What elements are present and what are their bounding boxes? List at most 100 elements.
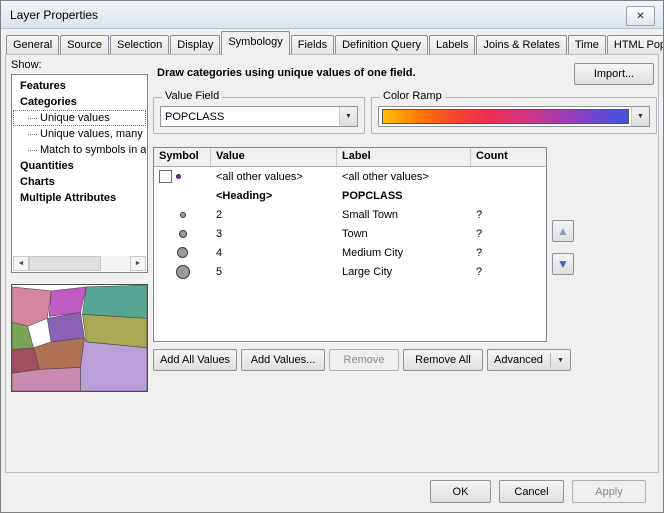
tab-strip: GeneralSourceSelectionDisplaySymbologyFi… bbox=[6, 32, 664, 55]
value-cell: 2 bbox=[211, 209, 337, 221]
tree-item-match-to-symbols-in-a[interactable]: Match to symbols in a bbox=[13, 142, 146, 158]
header-value: Value bbox=[211, 148, 337, 166]
add-values-button[interactable]: Add Values... bbox=[241, 349, 325, 371]
tab-general[interactable]: General bbox=[6, 35, 59, 54]
label-cell: Large City bbox=[337, 266, 471, 278]
title-bar[interactable]: Layer Properties bbox=[1, 1, 663, 29]
tree-item-label: Match to symbols in a bbox=[40, 142, 146, 158]
table-header: Symbol Value Label Count bbox=[154, 148, 546, 167]
symbol-cell bbox=[154, 212, 211, 218]
tab-time[interactable]: Time bbox=[568, 35, 606, 54]
arrow-up-icon: ▲ bbox=[557, 224, 569, 238]
tree-item-label: Categories bbox=[20, 94, 77, 110]
symbol-cell bbox=[154, 170, 211, 183]
tree-item-label: Multiple Attributes bbox=[20, 190, 116, 206]
label-cell: Town bbox=[337, 228, 471, 240]
move-down-button[interactable]: ▼ bbox=[552, 253, 574, 275]
value-field-value: POPCLASS bbox=[161, 111, 339, 123]
color-ramp-swatch bbox=[382, 109, 629, 124]
tree-horizontal-scrollbar[interactable]: ◄ ► bbox=[13, 256, 146, 271]
graduated-circle-icon[interactable] bbox=[176, 265, 190, 279]
tree-item-unique-values-many[interactable]: Unique values, many bbox=[13, 126, 146, 142]
value-field-group: Value Field POPCLASS ▼ bbox=[153, 97, 365, 134]
value-cell: 5 bbox=[211, 266, 337, 278]
symbol-cell bbox=[154, 230, 211, 238]
value-cell: 3 bbox=[211, 228, 337, 240]
scroll-right-icon[interactable]: ► bbox=[130, 256, 146, 271]
table-row[interactable]: 4Medium City? bbox=[154, 243, 546, 262]
show-tree-panel: FeaturesCategoriesUnique valuesUnique va… bbox=[11, 74, 148, 273]
ok-button[interactable]: OK bbox=[430, 480, 491, 503]
color-ramp-combobox[interactable]: ▼ bbox=[378, 106, 650, 127]
count-cell: ? bbox=[471, 228, 546, 240]
remove-button[interactable]: Remove bbox=[329, 349, 399, 371]
chevron-down-icon[interactable]: ▼ bbox=[631, 107, 649, 126]
label-cell: Small Town bbox=[337, 209, 471, 221]
tab-html-popup[interactable]: HTML Popup bbox=[607, 35, 664, 54]
remove-all-button[interactable]: Remove All bbox=[403, 349, 483, 371]
value-cell: <Heading> bbox=[211, 190, 337, 202]
move-up-button[interactable]: ▲ bbox=[552, 220, 574, 242]
graduated-circle-icon[interactable] bbox=[180, 212, 186, 218]
header-symbol: Symbol bbox=[154, 148, 211, 166]
advanced-button[interactable]: Advanced ▼ bbox=[487, 349, 571, 371]
apply-button[interactable]: Apply bbox=[572, 480, 646, 503]
tab-selection[interactable]: Selection bbox=[110, 35, 169, 54]
tab-labels[interactable]: Labels bbox=[429, 35, 475, 54]
scroll-left-icon[interactable]: ◄ bbox=[13, 256, 29, 271]
table-row[interactable]: <Heading>POPCLASS bbox=[154, 186, 546, 205]
tree-item-unique-values[interactable]: Unique values bbox=[13, 110, 146, 126]
label-cell: <all other values> bbox=[337, 171, 471, 183]
table-row[interactable]: 2Small Town? bbox=[154, 205, 546, 224]
import-button[interactable]: Import... bbox=[574, 63, 654, 85]
category-rows: <all other values><all other values><Hea… bbox=[154, 167, 546, 281]
point-symbol-icon[interactable] bbox=[176, 174, 181, 179]
tab-display[interactable]: Display bbox=[170, 35, 220, 54]
tree-item-features[interactable]: Features bbox=[13, 78, 146, 94]
tab-fields[interactable]: Fields bbox=[291, 35, 334, 54]
table-row[interactable]: 5Large City? bbox=[154, 262, 546, 281]
tab-symbology[interactable]: Symbology bbox=[221, 31, 289, 55]
tree-item-label: Quantities bbox=[20, 158, 74, 174]
symbology-map-preview bbox=[11, 284, 148, 392]
tree-item-label: Features bbox=[20, 78, 66, 94]
value-cell: <all other values> bbox=[211, 171, 337, 183]
chevron-down-icon[interactable]: ▼ bbox=[550, 353, 564, 367]
chevron-down-icon[interactable]: ▼ bbox=[339, 107, 357, 126]
tab-joins-relates[interactable]: Joins & Relates bbox=[476, 35, 566, 54]
table-row[interactable]: 3Town? bbox=[154, 224, 546, 243]
graduated-circle-icon[interactable] bbox=[177, 247, 188, 258]
value-field-label: Value Field bbox=[162, 90, 222, 103]
tree-branch-line bbox=[28, 118, 37, 119]
symbol-cell bbox=[154, 265, 211, 279]
tree-item-quantities[interactable]: Quantities bbox=[13, 158, 146, 174]
header-label: Label bbox=[337, 148, 471, 166]
cancel-button[interactable]: Cancel bbox=[499, 480, 564, 503]
symbol-cell bbox=[154, 247, 211, 258]
value-cell: 4 bbox=[211, 247, 337, 259]
close-button[interactable]: ✕ bbox=[626, 6, 655, 26]
count-cell: ? bbox=[471, 209, 546, 221]
count-cell: ? bbox=[471, 247, 546, 259]
map-preview-svg bbox=[12, 285, 147, 391]
color-ramp-label: Color Ramp bbox=[380, 90, 445, 103]
show-tree: FeaturesCategoriesUnique valuesUnique va… bbox=[13, 76, 146, 256]
tree-item-multiple-attributes[interactable]: Multiple Attributes bbox=[13, 190, 146, 206]
tree-item-charts[interactable]: Charts bbox=[13, 174, 146, 190]
add-all-values-button[interactable]: Add All Values bbox=[153, 349, 237, 371]
label-cell: Medium City bbox=[337, 247, 471, 259]
table-row[interactable]: <all other values><all other values> bbox=[154, 167, 546, 186]
row-checkbox[interactable] bbox=[159, 170, 172, 183]
tree-branch-line bbox=[28, 150, 37, 151]
graduated-circle-icon[interactable] bbox=[179, 230, 187, 238]
show-label: Show: bbox=[11, 59, 42, 71]
scrollbar-thumb[interactable] bbox=[29, 256, 101, 271]
layer-properties-dialog: Layer Properties ✕ GeneralSourceSelectio… bbox=[0, 0, 664, 513]
tab-definition-query[interactable]: Definition Query bbox=[335, 35, 428, 54]
value-field-combobox[interactable]: POPCLASS ▼ bbox=[160, 106, 358, 127]
tree-item-label: Unique values bbox=[40, 110, 110, 126]
color-ramp-group: Color Ramp ▼ bbox=[371, 97, 657, 134]
scrollbar-track[interactable] bbox=[101, 256, 130, 271]
tab-source[interactable]: Source bbox=[60, 35, 109, 54]
tree-item-categories[interactable]: Categories bbox=[13, 94, 146, 110]
